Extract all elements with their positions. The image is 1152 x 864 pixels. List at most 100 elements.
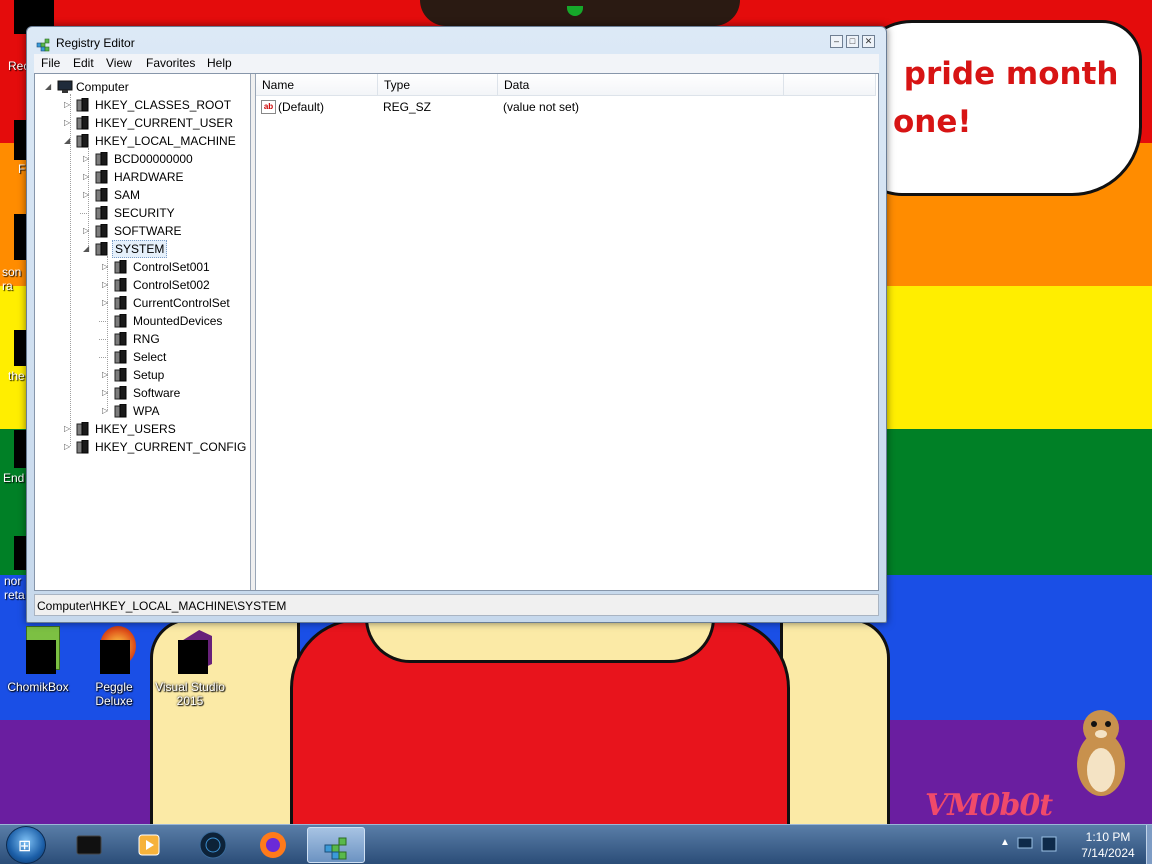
expand-arrow-icon[interactable]: ▷ — [102, 294, 112, 312]
desktop-icon-peggle[interactable]: Peggle Deluxe — [78, 626, 150, 708]
tree-node-label: ControlSet001 — [133, 260, 210, 274]
window-titlebar[interactable]: Registry Editor – □ ✕ — [27, 27, 886, 55]
taskbar-button-browser[interactable] — [184, 827, 242, 863]
tree-node[interactable]: ▷ HKEY_CLASSES_ROOT — [64, 96, 250, 114]
registry-values-list[interactable]: Name Type Data ab (Default) REG_SZ (valu… — [256, 74, 878, 590]
tree-node-label: HARDWARE — [114, 170, 184, 184]
network-icon[interactable] — [1016, 834, 1036, 854]
tree-node[interactable]: Select — [99, 348, 250, 366]
tree-node-label: MountedDevices — [133, 314, 223, 328]
desktop-icon-label: Peggle Deluxe — [95, 680, 133, 708]
expand-arrow-icon[interactable]: ▷ — [102, 384, 112, 402]
expand-arrow-icon[interactable]: ▷ — [83, 150, 93, 168]
expand-arrow-icon[interactable]: ▷ — [64, 96, 74, 114]
peggle-icon — [90, 626, 138, 674]
tree-node[interactable]: ▷ SOFTWARE — [83, 222, 250, 240]
collapse-arrow-icon[interactable]: ◢ — [83, 240, 93, 258]
windows-logo-icon: ⊞ — [18, 838, 32, 855]
tree-node[interactable]: ▷ HKEY_CURRENT_CONFIG — [64, 438, 250, 456]
expand-arrow-icon[interactable]: ▷ — [102, 258, 112, 276]
expand-arrow-icon[interactable]: ▷ — [83, 168, 93, 186]
tree-node[interactable]: ▷ BCD00000000 — [83, 150, 250, 168]
expand-arrow-icon[interactable]: ▷ — [102, 402, 112, 420]
taskbar-button-command-prompt[interactable] — [60, 827, 118, 863]
column-header-type[interactable]: Type — [378, 74, 498, 96]
value-data: (value not set) — [503, 100, 580, 114]
window-title: Registry Editor — [56, 36, 135, 50]
expand-arrow-icon[interactable]: ▷ — [102, 366, 112, 384]
close-button[interactable]: ✕ — [862, 35, 875, 48]
menu-file[interactable]: File — [41, 56, 60, 70]
firefox-icon — [260, 832, 286, 858]
system-clock[interactable]: 1:10 PM 7/14/2024 — [1068, 829, 1148, 861]
tree-node[interactable]: ▷ Setup — [102, 366, 250, 384]
tree-node[interactable]: ▷ CurrentControlSet — [102, 294, 250, 312]
tree-node-label: SECURITY — [114, 206, 175, 220]
registry-tree[interactable]: ◢ Computer ▷ HKEY_CLASSES_ROOT ▷ HKEY_CURRENT… — [35, 74, 251, 590]
registry-key-icon — [114, 277, 128, 292]
minimize-button[interactable]: – — [830, 35, 843, 48]
tree-node-label: HKEY_CLASSES_ROOT — [95, 98, 232, 112]
value-type: REG_SZ — [383, 100, 432, 114]
expand-arrow-icon[interactable]: ▷ — [102, 276, 112, 294]
registry-editor-icon — [324, 837, 347, 860]
tree-node-label: Select — [133, 350, 167, 364]
column-header-data[interactable]: Data — [498, 74, 784, 96]
desktop-icon-label: the — [8, 369, 25, 383]
column-header-name[interactable]: Name — [256, 74, 378, 96]
tree-node[interactable]: ◢ HKEY_LOCAL_MACHINE — [64, 132, 250, 150]
tree-node[interactable]: ▷ HKEY_USERS — [64, 420, 250, 438]
menu-favorites[interactable]: Favorites — [146, 56, 195, 70]
registry-key-icon — [76, 133, 90, 148]
taskbar-button-media-player[interactable] — [120, 827, 178, 863]
tree-node[interactable]: MountedDevices — [99, 312, 250, 330]
start-button[interactable]: ⊞ — [6, 826, 46, 864]
tree-node-label: Software — [133, 386, 181, 400]
desktop-icon-chomikbox[interactable]: ChomikBox — [2, 626, 74, 694]
notification-area: ▲ — [996, 825, 1066, 864]
tree-node-label: Setup — [133, 368, 165, 382]
registry-key-icon — [114, 403, 128, 418]
tree-node[interactable]: ▷ ControlSet001 — [102, 258, 250, 276]
tree-node[interactable]: SECURITY — [80, 204, 250, 222]
tree-node[interactable]: ◢ Computer — [45, 78, 245, 96]
volume-icon[interactable] — [1040, 834, 1060, 854]
menu-bar: File Edit View Favorites Help — [34, 54, 879, 73]
expand-arrow-icon[interactable]: ▷ — [64, 438, 74, 456]
registry-key-icon — [114, 259, 128, 274]
desktop-icon-label: End — [3, 471, 25, 485]
tree-node[interactable]: ▷ Software — [102, 384, 250, 402]
taskbar-button-registry-editor[interactable] — [307, 827, 365, 863]
tree-node[interactable]: ▷ ControlSet002 — [102, 276, 250, 294]
show-hidden-icons-icon[interactable]: ▲ — [1000, 837, 1010, 848]
window-client: ◢ Computer ▷ HKEY_CLASSES_ROOT ▷ HKEY_CURRENT… — [34, 73, 879, 591]
expand-arrow-icon[interactable]: ▷ — [83, 186, 93, 204]
expand-arrow-icon[interactable]: ▷ — [64, 114, 74, 132]
command-prompt-icon — [76, 835, 102, 855]
table-row[interactable]: ab (Default) REG_SZ (value not set) — [256, 98, 876, 116]
taskbar-button-firefox[interactable] — [244, 827, 302, 863]
tree-node[interactable]: ▷ SAM — [83, 186, 250, 204]
menu-help[interactable]: Help — [207, 56, 232, 70]
collapse-arrow-icon[interactable]: ◢ — [64, 132, 74, 150]
tree-node[interactable]: ▷ HKEY_CURRENT_USER — [64, 114, 250, 132]
tree-node[interactable]: ◢ SYSTEM — [83, 240, 250, 258]
desktop-icon-visual-studio[interactable]: Visual Studio 2015 — [154, 626, 226, 708]
maximize-button[interactable]: □ — [846, 35, 859, 48]
expand-arrow-icon[interactable]: ▷ — [83, 222, 93, 240]
desktop-icon-label: Visual Studio 2015 — [155, 680, 225, 708]
tree-node-label: HKEY_CURRENT_CONFIG — [95, 440, 247, 454]
show-desktop-button[interactable] — [1146, 825, 1152, 864]
menu-view[interactable]: View — [106, 56, 132, 70]
menu-edit[interactable]: Edit — [73, 56, 94, 70]
tree-line — [99, 321, 108, 322]
tree-node[interactable]: ▷ WPA — [102, 402, 250, 420]
tree-node-label: BCD00000000 — [114, 152, 193, 166]
registry-editor-window[interactable]: Registry Editor – □ ✕ File Edit View Fav… — [26, 26, 887, 623]
expand-arrow-icon[interactable]: ▷ — [64, 420, 74, 438]
collapse-arrow-icon[interactable]: ◢ — [45, 78, 55, 96]
wallpaper-character-collar — [365, 618, 715, 663]
status-path: Computer\HKEY_LOCAL_MACHINE\SYSTEM — [37, 599, 287, 613]
tree-node[interactable]: RNG — [99, 330, 250, 348]
tree-node[interactable]: ▷ HARDWARE — [83, 168, 250, 186]
